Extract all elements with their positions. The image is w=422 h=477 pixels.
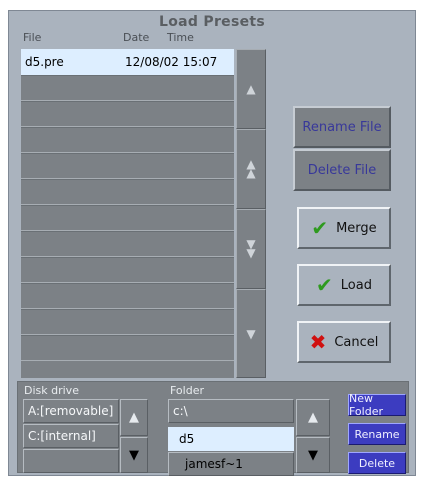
page-up-icon: ▲ ▲	[246, 157, 256, 180]
file-row[interactable]	[21, 257, 234, 283]
disk-item[interactable]: A:[removable]	[23, 399, 119, 423]
file-list: d5.pre 12/08/02 15:07	[21, 49, 234, 378]
scroll-down-icon: ▼	[246, 326, 256, 341]
dialog-title: Load Presets	[159, 14, 265, 30]
column-header-file: File	[23, 31, 42, 44]
folder-item[interactable]: jamesf~1	[168, 452, 294, 476]
file-row[interactable]	[21, 153, 234, 179]
file-row[interactable]	[21, 127, 234, 153]
folder-scroll-down-button[interactable]: ▼	[296, 437, 330, 473]
scroll-up-button[interactable]: ▲	[236, 49, 266, 129]
folder-item[interactable]: d5	[168, 427, 294, 451]
page-down-button[interactable]: ▼ ▼	[236, 209, 266, 289]
load-label: Load	[340, 277, 372, 293]
load-presets-dialog: Load Presets File Date Time d5.pre 12/08…	[8, 10, 416, 476]
scroll-up-icon: ▲	[246, 82, 256, 96]
folder-label: Folder	[170, 384, 204, 397]
disk-item[interactable]	[23, 449, 119, 473]
page-down-icon: ▼ ▼	[246, 237, 256, 260]
scroll-down-icon: ▼	[308, 447, 318, 463]
cancel-button[interactable]: ✖ Cancel	[297, 321, 391, 363]
file-row[interactable]	[21, 309, 234, 335]
file-row[interactable]	[21, 179, 234, 205]
merge-label: Merge	[336, 220, 377, 236]
disk-scroll-up-button[interactable]: ▲	[120, 399, 148, 436]
file-row[interactable]	[21, 75, 234, 101]
scroll-down-button[interactable]: ▼	[236, 289, 266, 378]
file-row[interactable]	[21, 335, 234, 361]
column-header-date: Date	[123, 31, 150, 44]
disk-scroll-down-button[interactable]: ▼	[120, 437, 148, 473]
rename-folder-button[interactable]: Rename	[348, 423, 406, 445]
check-icon: ✔	[316, 273, 333, 297]
scroll-up-icon: ▲	[308, 410, 318, 425]
rename-file-button[interactable]: Rename File	[293, 106, 391, 148]
file-list-scrollbar: ▲ ▲ ▲ ▼ ▼ ▼	[236, 49, 266, 378]
page-up-button[interactable]: ▲ ▲	[236, 129, 266, 209]
folder-path: c:\	[168, 399, 294, 423]
close-icon: ✖	[309, 330, 327, 354]
folder-scroll-up-button[interactable]: ▲	[296, 399, 330, 436]
file-name: d5.pre	[25, 55, 64, 69]
scroll-up-icon: ▲	[129, 410, 139, 425]
file-row[interactable]: d5.pre 12/08/02 15:07	[21, 49, 234, 75]
file-row[interactable]	[21, 231, 234, 257]
disk-item[interactable]: C:[internal]	[23, 424, 119, 448]
column-header-time: Time	[167, 31, 194, 44]
drive-folder-panel: Disk drive A:[removable] C:[internal] ▲ …	[17, 381, 409, 476]
scroll-down-icon: ▼	[129, 447, 139, 463]
check-icon: ✔	[311, 216, 329, 240]
file-row[interactable]	[21, 283, 234, 309]
new-folder-button[interactable]: New Folder	[348, 392, 406, 418]
load-button[interactable]: ✔ Load	[297, 264, 391, 306]
disk-drive-label: Disk drive	[24, 384, 79, 397]
file-row[interactable]	[21, 101, 234, 127]
cancel-label: Cancel	[334, 334, 379, 350]
merge-button[interactable]: ✔ Merge	[297, 207, 391, 249]
file-row[interactable]	[21, 205, 234, 231]
delete-file-button[interactable]: Delete File	[293, 149, 391, 191]
delete-folder-button[interactable]: Delete	[348, 452, 406, 474]
file-datetime: 12/08/02 15:07	[125, 55, 218, 69]
